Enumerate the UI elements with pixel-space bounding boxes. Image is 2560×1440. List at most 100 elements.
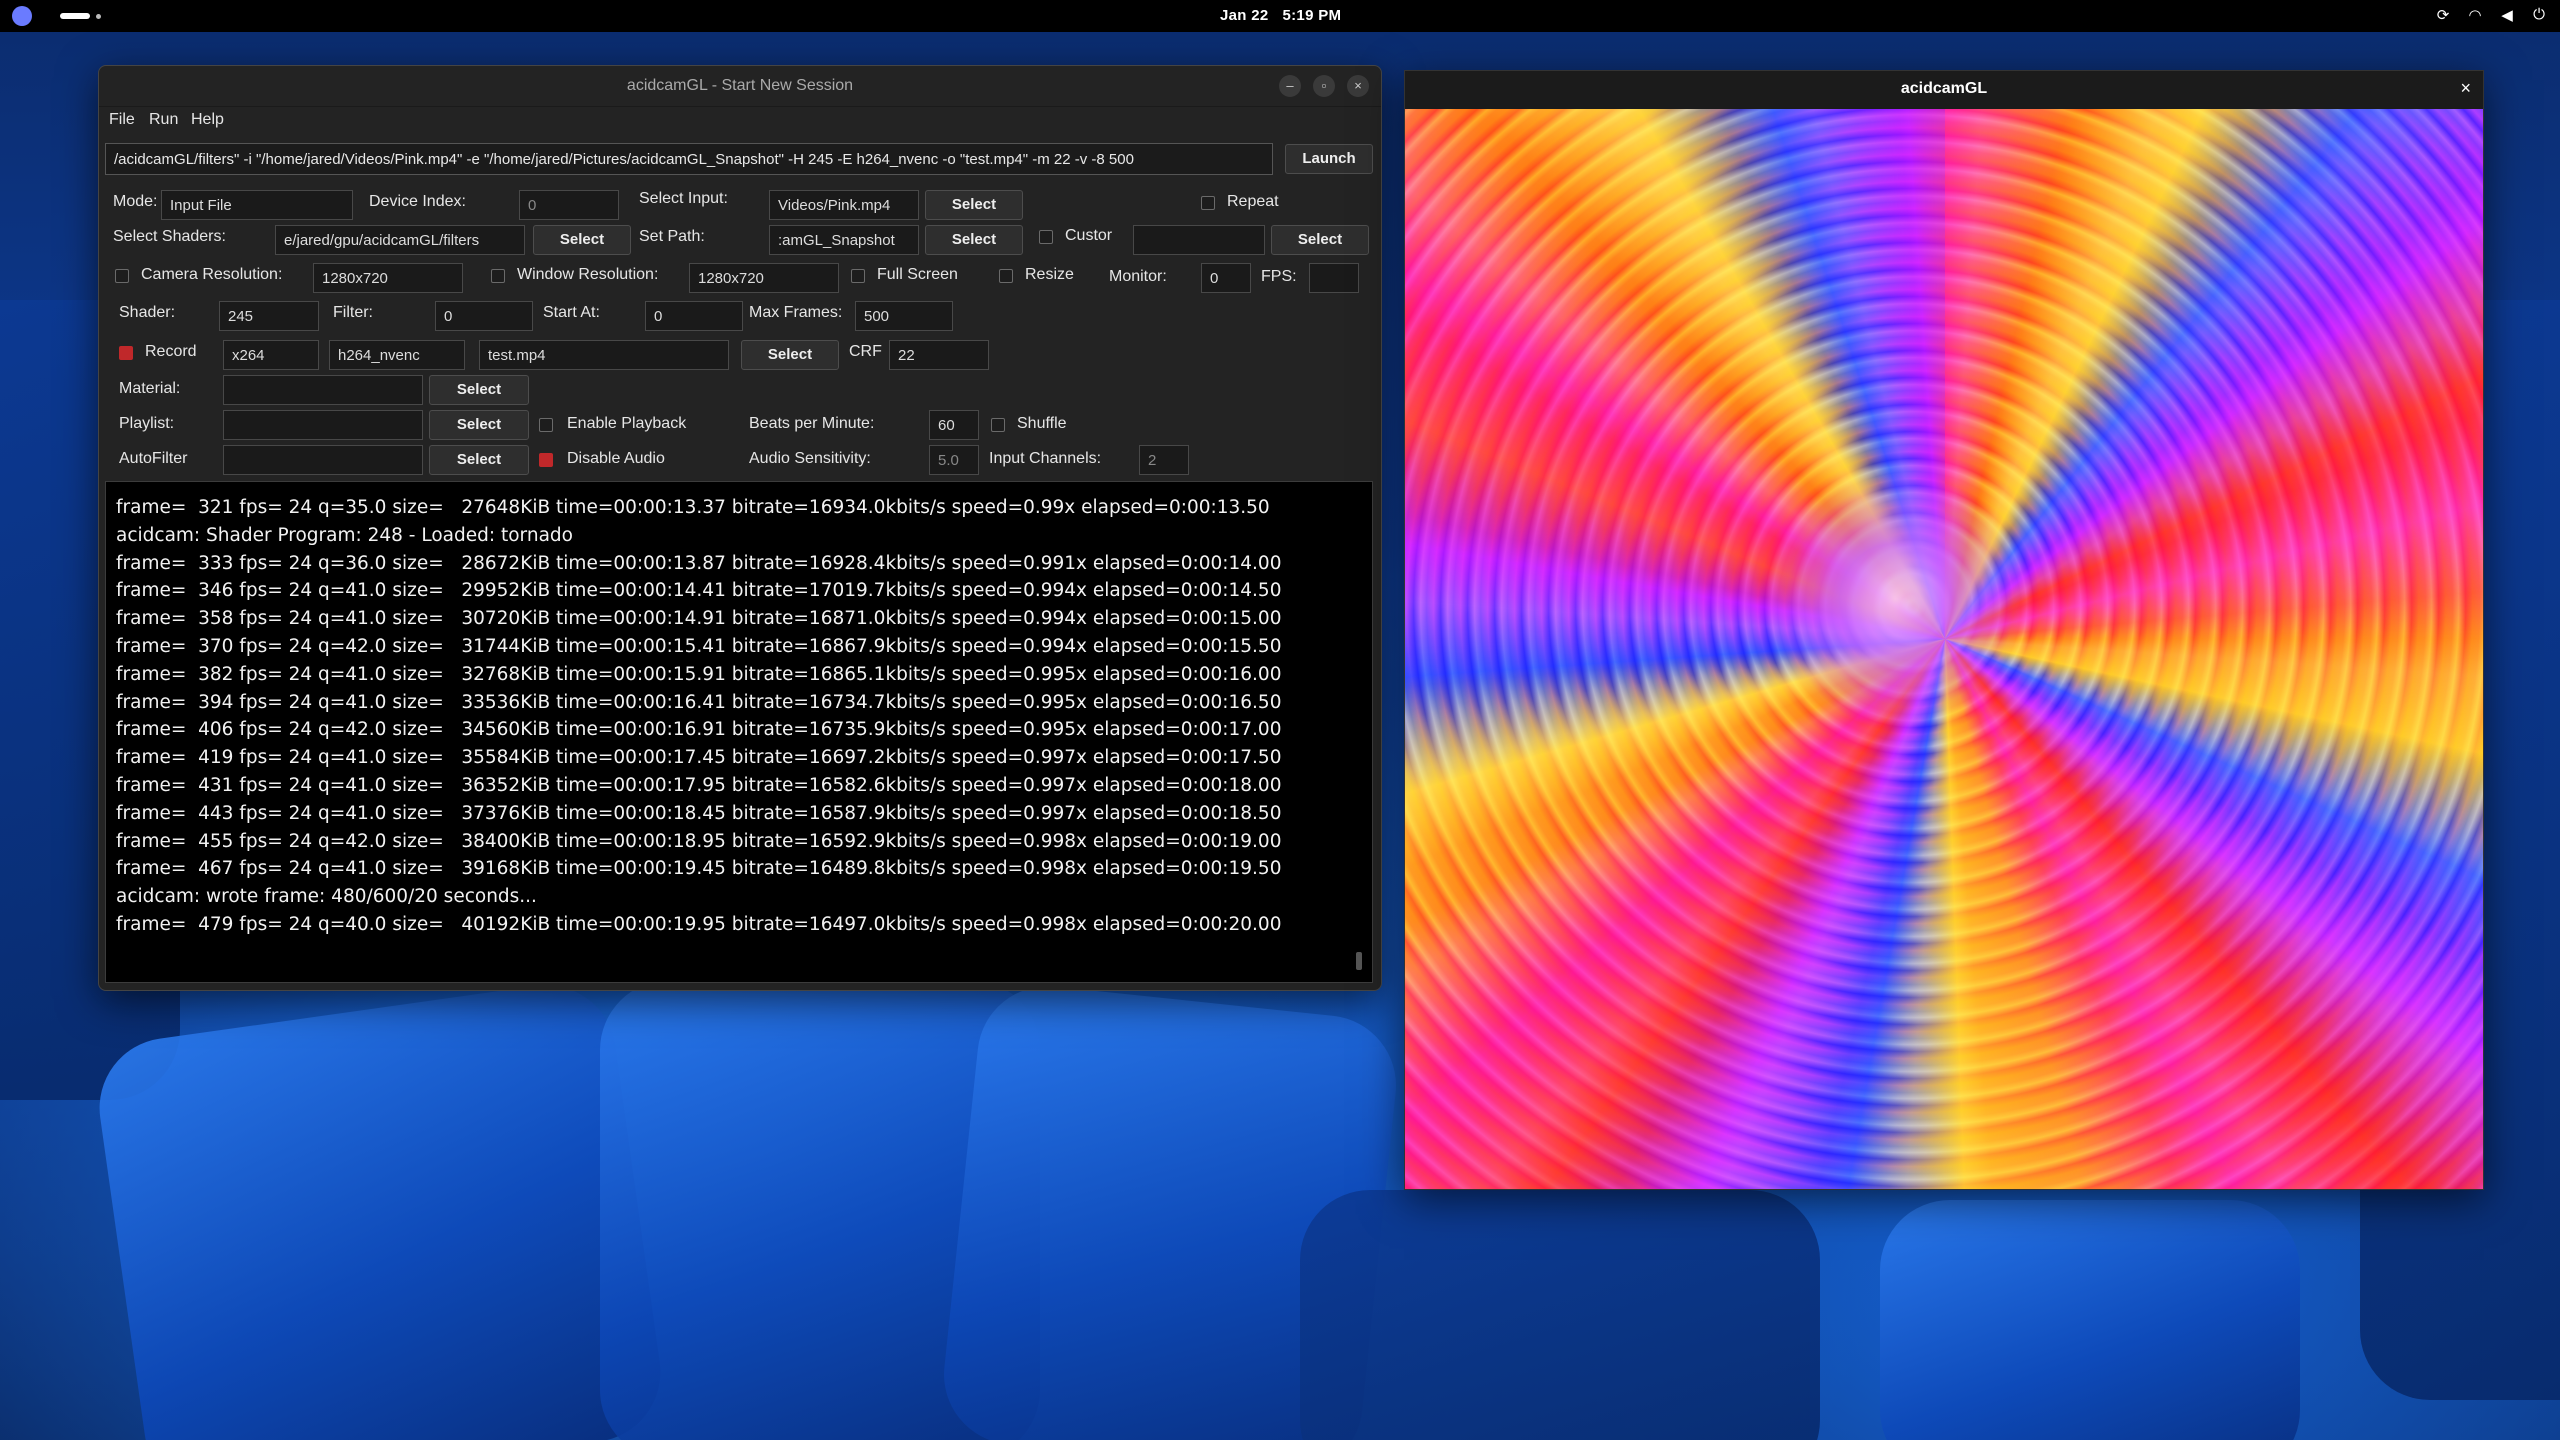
resize-label: Resize <box>1025 266 1074 283</box>
output-select-button[interactable]: Select <box>741 340 839 370</box>
wallpaper-shape <box>90 976 670 1440</box>
title-bar[interactable]: acidcamGL - Start New Session – ▫ × <box>99 66 1381 107</box>
enable-playback-checkbox[interactable] <box>539 418 553 432</box>
console-line: frame= 382 fps= 24 q=41.0 size= 32768KiB… <box>116 663 1282 685</box>
custom-checkbox[interactable] <box>1039 230 1053 244</box>
window-title: acidcamGL - Start New Session <box>626 77 854 94</box>
menu-bar: File Run Help <box>99 107 1381 133</box>
codec-select[interactable]: x264 <box>223 340 319 370</box>
select-shaders-label: Select Shaders: <box>113 228 226 245</box>
time-label: 5:19 PM <box>1282 7 1342 24</box>
start-at-label: Start At: <box>543 304 600 321</box>
power-icon[interactable]: ⏻ <box>2530 6 2548 24</box>
disable-audio-checkbox[interactable] <box>539 453 553 467</box>
wifi-icon[interactable]: ◠ <box>2466 6 2484 24</box>
custom-field[interactable] <box>1133 225 1265 255</box>
input-channels-field[interactable]: 2 <box>1139 445 1189 475</box>
full-screen-label: Full Screen <box>877 266 958 283</box>
fps-field[interactable] <box>1309 263 1359 293</box>
autofilter-select-button[interactable]: Select <box>429 445 529 475</box>
shader-label: Shader: <box>119 304 176 321</box>
preview-canvas[interactable] <box>1405 109 2483 1189</box>
playlist-label: Playlist: <box>119 415 175 432</box>
select-input-button[interactable]: Select <box>925 190 1023 220</box>
custom-label: Custor <box>1065 227 1113 244</box>
console-line: frame= 346 fps= 24 q=41.0 size= 29952KiB… <box>116 580 1282 602</box>
playlist-select-button[interactable]: Select <box>429 410 529 440</box>
max-frames-field[interactable]: 500 <box>855 301 953 331</box>
material-label: Material: <box>119 380 181 397</box>
shader-field[interactable]: 245 <box>219 301 319 331</box>
device-index-field[interactable]: 0 <box>519 190 619 220</box>
crf-field[interactable]: 22 <box>889 340 989 370</box>
menu-help[interactable]: Help <box>191 111 224 129</box>
bpm-field[interactable]: 60 <box>929 410 979 440</box>
date-label: Jan 22 <box>1220 7 1269 24</box>
material-select-button[interactable]: Select <box>429 375 529 405</box>
playlist-field[interactable] <box>223 410 423 440</box>
preview-window: acidcamGL × <box>1404 70 2484 1190</box>
camera-resolution-select[interactable]: 1280x720 <box>313 263 463 293</box>
top-bar: Jan 22 5:19 PM ⟳ ◠ ◀ ⏻ <box>0 0 2560 32</box>
autofilter-field[interactable] <box>223 445 423 475</box>
launch-button[interactable]: Launch <box>1285 144 1373 174</box>
material-field[interactable] <box>223 375 423 405</box>
resize-checkbox[interactable] <box>999 269 1013 283</box>
update-icon[interactable]: ⟳ <box>2434 6 2452 24</box>
close-icon[interactable]: × <box>1347 75 1369 97</box>
audio-sensitivity-label: Audio Sensitivity: <box>749 450 871 467</box>
monitor-field[interactable]: 0 <box>1201 263 1251 293</box>
menu-file[interactable]: File <box>109 111 135 129</box>
command-row: /acidcamGL/filters" -i "/home/jared/Vide… <box>105 143 1373 175</box>
system-logo-icon[interactable] <box>12 6 32 26</box>
record-label: Record <box>145 343 197 360</box>
workspace-indicator-active[interactable] <box>60 13 90 19</box>
console-line: frame= 419 fps= 24 q=41.0 size= 35584KiB… <box>116 747 1282 769</box>
volume-icon[interactable]: ◀ <box>2498 6 2516 24</box>
camera-resolution-checkbox[interactable] <box>115 269 129 283</box>
command-line-field[interactable]: /acidcamGL/filters" -i "/home/jared/Vide… <box>105 143 1273 175</box>
custom-select-button[interactable]: Select <box>1271 225 1369 255</box>
select-shaders-button[interactable]: Select <box>533 225 631 255</box>
close-icon[interactable]: × <box>2460 78 2471 99</box>
shuffle-label: Shuffle <box>1017 415 1067 432</box>
menu-run[interactable]: Run <box>149 111 178 129</box>
audio-sensitivity-field[interactable]: 5.0 <box>929 445 979 475</box>
output-file-field[interactable]: test.mp4 <box>479 340 729 370</box>
minimize-icon[interactable]: – <box>1279 75 1301 97</box>
repeat-label: Repeat <box>1227 193 1279 210</box>
input-channels-label: Input Channels: <box>989 450 1102 467</box>
preview-title-bar[interactable]: acidcamGL × <box>1405 71 2483 109</box>
console-line: frame= 455 fps= 24 q=42.0 size= 38400KiB… <box>116 830 1282 852</box>
console-line: frame= 333 fps= 24 q=36.0 size= 28672KiB… <box>116 552 1282 574</box>
maximize-icon[interactable]: ▫ <box>1313 75 1335 97</box>
window-resolution-select[interactable]: 1280x720 <box>689 263 839 293</box>
record-checkbox[interactable] <box>119 346 133 360</box>
workspace-indicator[interactable] <box>96 14 101 19</box>
encoder-select[interactable]: h264_nvenc <box>329 340 465 370</box>
shaders-path-field[interactable]: e/jared/gpu/acidcamGL/filters <box>275 225 525 255</box>
autofilter-label: AutoFilter <box>119 450 188 467</box>
device-index-label: Device Index: <box>369 193 466 210</box>
console-line: frame= 431 fps= 24 q=41.0 size= 36352KiB… <box>116 774 1282 796</box>
filter-field[interactable]: 0 <box>435 301 533 331</box>
repeat-checkbox[interactable] <box>1201 196 1215 210</box>
console-output[interactable]: frame= 321 fps= 24 q=35.0 size= 27648KiB… <box>105 481 1373 983</box>
shuffle-checkbox[interactable] <box>991 418 1005 432</box>
mode-select[interactable]: Input File <box>161 190 353 220</box>
clock[interactable]: Jan 22 5:19 PM <box>1220 7 1355 24</box>
full-screen-checkbox[interactable] <box>851 269 865 283</box>
set-path-button[interactable]: Select <box>925 225 1023 255</box>
snapshot-path-field[interactable]: :amGL_Snapshot <box>769 225 919 255</box>
console-line: frame= 370 fps= 24 q=42.0 size= 31744KiB… <box>116 635 1282 657</box>
window-resolution-checkbox[interactable] <box>491 269 505 283</box>
console-line: frame= 358 fps= 24 q=41.0 size= 30720KiB… <box>116 608 1282 630</box>
console-line: frame= 443 fps= 24 q=41.0 size= 37376KiB… <box>116 802 1282 824</box>
system-tray[interactable]: ⟳ ◠ ◀ ⏻ <box>2434 6 2548 24</box>
input-file-field[interactable]: Videos/Pink.mp4 <box>769 190 919 220</box>
disable-audio-label: Disable Audio <box>567 450 665 467</box>
start-at-field[interactable]: 0 <box>645 301 743 331</box>
console-scrollbar[interactable] <box>1356 952 1362 970</box>
mode-label: Mode: <box>113 193 158 210</box>
console-line: frame= 479 fps= 24 q=40.0 size= 40192KiB… <box>116 913 1282 935</box>
